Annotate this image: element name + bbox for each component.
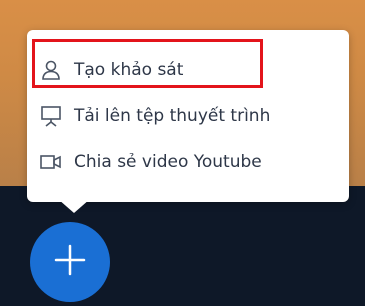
- add-button[interactable]: [30, 222, 110, 302]
- menu-item-label: Chia sẻ video Youtube: [74, 152, 262, 172]
- menu-item-share-youtube-video[interactable]: Chia sẻ video Youtube: [27, 140, 349, 184]
- menu-item-label: Tải lên tệp thuyết trình: [74, 106, 271, 126]
- highlight-box: [32, 39, 263, 88]
- video-camera-icon: [38, 149, 64, 175]
- presentation-board-icon: [38, 103, 64, 129]
- menu-item-upload-presentation[interactable]: Tải lên tệp thuyết trình: [27, 94, 349, 138]
- plus-icon: [50, 240, 90, 284]
- menu-pointer: [58, 199, 90, 213]
